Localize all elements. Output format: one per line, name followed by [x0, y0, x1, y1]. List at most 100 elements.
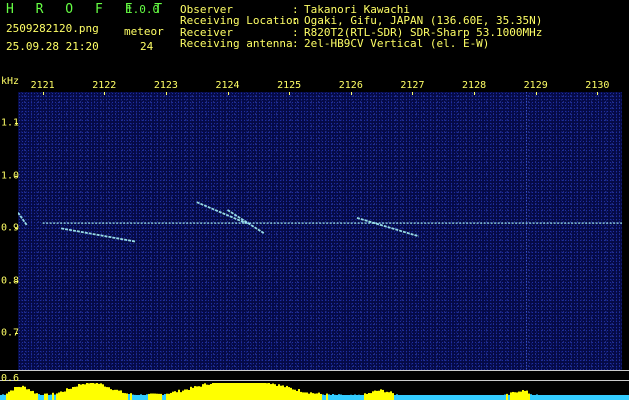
- meter-bar: [382, 389, 384, 400]
- meter-bar: [352, 395, 354, 400]
- meter-bar: [410, 396, 412, 400]
- meter-bar: [346, 395, 348, 400]
- meter-bar: [388, 392, 390, 400]
- meter-bar: [274, 384, 276, 400]
- meter-bar: [102, 384, 104, 400]
- meter-bar: [498, 396, 500, 400]
- meter-bar: [294, 389, 296, 400]
- meter-bar: [244, 383, 246, 400]
- meter-bar: [356, 395, 358, 400]
- meter-bar: [216, 383, 218, 400]
- meter-bar: [32, 390, 34, 400]
- meter-bar: [200, 386, 202, 400]
- meter-bar: [54, 394, 56, 400]
- meter-bar: [308, 393, 310, 400]
- meter-bar: [286, 385, 288, 400]
- meter-bar: [212, 383, 214, 400]
- meter-bar: [324, 395, 326, 400]
- meter-bar: [238, 383, 240, 400]
- x-tick-label: 2123: [153, 80, 178, 91]
- x-tick-label: 2122: [92, 80, 117, 91]
- meter-bar: [86, 383, 88, 400]
- meter-bar: [620, 396, 622, 400]
- meter-bar: [4, 394, 6, 400]
- meter-bar: [332, 394, 334, 400]
- meter-bar: [432, 395, 434, 400]
- meter-bar: [278, 384, 280, 400]
- x-tick-label: 2126: [338, 80, 363, 91]
- meter-bar: [418, 396, 420, 400]
- file-name: 2509282120.png: [6, 22, 99, 35]
- meter-bar: [518, 391, 520, 400]
- meteor-trace: [196, 201, 247, 224]
- meter-bar: [232, 383, 234, 400]
- meter-bar: [224, 383, 226, 400]
- y-tick-mark: [15, 175, 18, 177]
- meter-bar: [546, 396, 548, 400]
- meter-bar: [204, 383, 206, 400]
- meter-bar: [188, 389, 190, 400]
- meter-bar: [8, 391, 10, 400]
- y-axis-unit: kHz: [1, 76, 20, 87]
- meter-bar: [0, 395, 2, 400]
- meter-bar: [248, 383, 250, 400]
- meter-bar: [542, 395, 544, 400]
- meter-bar: [72, 387, 74, 400]
- x-tick-mark: [535, 92, 537, 95]
- meter-bar: [108, 387, 110, 400]
- y-tick-mark: [15, 228, 18, 230]
- meteor-label: meteor: [124, 25, 164, 38]
- meter-bar: [134, 394, 136, 400]
- meter-bar: [240, 383, 242, 400]
- meter-bar: [506, 393, 508, 400]
- meteor-trace: [60, 227, 136, 243]
- meter-bar: [38, 394, 40, 400]
- meter-bar: [302, 392, 304, 400]
- meter-bar: [226, 383, 228, 400]
- meter-bar: [282, 385, 284, 400]
- meter-bar: [60, 391, 62, 400]
- meter-bar: [330, 395, 332, 400]
- meter-bar: [350, 394, 352, 400]
- meter-bar: [538, 395, 540, 400]
- meter-bar: [150, 393, 152, 400]
- meter-bar: [334, 394, 336, 400]
- meter-bar: [56, 393, 58, 400]
- info-key: Receiving antenna: [180, 37, 293, 51]
- meter-bar: [100, 383, 102, 400]
- meter-bar: [600, 395, 602, 400]
- meter-bar: [144, 395, 146, 400]
- meter-bar: [46, 393, 48, 400]
- meter-bar: [364, 393, 366, 400]
- meter-bar: [304, 392, 306, 400]
- meter-bar: [110, 389, 112, 400]
- meter-bar: [422, 395, 424, 400]
- meter-bar: [44, 393, 46, 400]
- meter-bar: [616, 395, 618, 400]
- meter-bar: [316, 393, 318, 400]
- meter-bar: [88, 383, 90, 400]
- meter-bar: [6, 393, 8, 400]
- x-tick-label: 2128: [462, 80, 487, 91]
- y-tick-mark: [15, 123, 18, 125]
- meter-bar: [96, 383, 98, 400]
- meter-bar: [488, 396, 490, 400]
- meter-bar: [254, 383, 256, 400]
- meter-bar: [148, 393, 150, 400]
- meter-bar: [554, 396, 556, 400]
- meter-bar: [358, 394, 360, 400]
- meter-bar: [390, 391, 392, 400]
- meter-bar: [338, 394, 340, 400]
- meter-bar: [112, 390, 114, 400]
- meter-bar: [106, 387, 108, 400]
- meter-bar: [370, 393, 372, 400]
- meter-bar: [530, 394, 532, 400]
- meter-bar: [392, 393, 394, 400]
- meter-bar: [174, 391, 176, 400]
- meter-bar: [140, 394, 142, 400]
- meter-bar: [68, 389, 70, 400]
- meter-bar: [504, 394, 506, 400]
- separator-line: [0, 370, 629, 371]
- meter-bar: [306, 392, 308, 400]
- meter-bar: [10, 390, 12, 400]
